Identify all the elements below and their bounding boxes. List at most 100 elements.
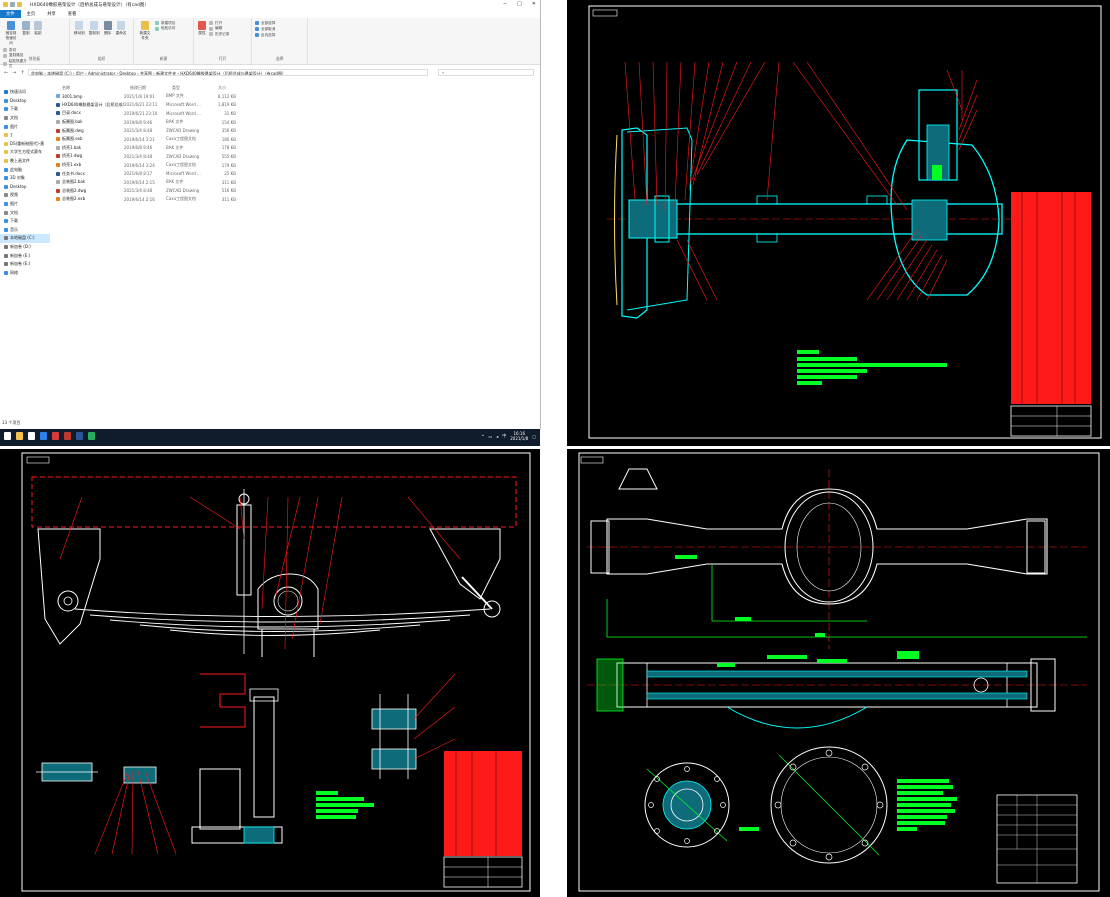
file-row[interactable]: 板簧图.exb 2019/6/14 3:21 Caxa工程图文档 180 KB [52,135,532,144]
nav-item-label: 快速访问 [10,89,26,95]
copy-to-button[interactable]: 复制到 [89,21,100,36]
file-row[interactable]: 任务书.docx 2021/6/8 8:17 Microsoft Word ... 2… [52,169,532,178]
file-row[interactable]: 总装图2.bak 2019/6/14 2:15 BAK 文件 311 KB [52,178,532,187]
nav-item-label: 文档 [10,209,18,215]
select-all-icon [255,21,259,25]
search-input[interactable]: ⌕ [438,69,534,76]
frame-rail [31,476,517,528]
search-icon[interactable] [28,432,35,440]
technical-requirements [897,779,957,831]
copy-button[interactable]: 复制 [22,21,30,46]
notifications-icon[interactable]: ▢ [532,434,536,439]
paste-button[interactable]: 粘贴 [34,21,42,46]
file-size: 1,819 KB [217,102,236,108]
cad-drawing-suspension [0,449,540,897]
caxa-icon[interactable] [52,432,59,440]
forward-button[interactable]: → [12,70,16,76]
volume-icon[interactable]: ◂ [496,434,498,439]
pin-button[interactable]: 固定到快速访问 [4,21,18,46]
back-button[interactable]: ← [4,70,8,76]
zwcad-icon[interactable] [64,432,71,440]
nav-item[interactable]: 大学生方程式赛车 [0,148,50,157]
explorer-icon[interactable] [16,432,23,440]
select-none-button[interactable]: 全部取消 [255,27,304,32]
shock-detail [253,696,275,818]
easy-access-button[interactable]: 轻松访问 [155,26,185,31]
file-row[interactable]: HXD640橡胶悬架设计（后桥总成与悬...2021/6/21 23:11 Mic… [52,101,532,110]
nav-item[interactable]: 图片 [0,200,50,209]
new-group: 新建文件夹 新建项目 轻松访问 新建 [134,18,194,64]
nav-item[interactable]: Desktop [0,97,50,106]
new-folder-icon[interactable] [17,2,22,7]
column-date[interactable]: 修改日期 [130,85,172,91]
cad-drawing-axle-assembly [567,0,1110,446]
file-row[interactable]: 总装图2.exb 2019/6/14 2:16 Caxa工程图文档 311 KB [52,195,532,204]
nav-item-label: 音乐 [10,226,18,232]
tab-view[interactable]: 查看 [62,10,83,18]
nav-item[interactable]: 此电脑 [0,165,50,174]
delete-button[interactable]: 删除 [103,21,112,36]
nav-item[interactable]: 新加卷 (D:) [0,243,50,252]
cut-button[interactable]: 剪切 [3,48,29,53]
nav-item[interactable]: 本地磁盘 (C:) [0,234,50,243]
nav-item[interactable]: 快速访问 [0,88,50,97]
chevron-up-icon[interactable]: ^ [481,434,484,439]
nav-item[interactable]: 音乐 [0,226,50,235]
nav-item[interactable]: 下载 [0,105,50,114]
file-row[interactable]: 板簧图.bak 2019/6/8 9:46 BAK 文件 154 KB [52,118,532,127]
move-to-button[interactable]: 移动到 [74,21,85,36]
rename-button[interactable]: 重命名 [116,21,126,36]
input-method-icon[interactable]: 中 [502,433,506,439]
windows-start-icon[interactable] [4,432,11,440]
nav-item[interactable]: 7 [0,131,50,140]
tab-share[interactable]: 共享 [41,10,62,18]
nav-item[interactable]: 晚上画文件 [0,157,50,166]
new-item-button[interactable]: 新建项目 [155,21,185,26]
nav-item[interactable]: 视频 [0,191,50,200]
minimize-button[interactable]: − [503,1,507,7]
nav-item[interactable]: 文档 [0,114,50,123]
select-all-button[interactable]: 全部选择 [255,21,304,26]
nav-item-label: 晚上画文件 [10,158,30,164]
file-row[interactable]: 桥壳1.exb 2019/6/14 3:24 Caxa工程图文档 179 KB [52,161,532,170]
folder-icon[interactable] [3,2,8,7]
nav-item[interactable]: 下载 [0,217,50,226]
up-button[interactable]: ↑ [20,70,24,76]
file-size: 180 KB [221,136,236,142]
history-button[interactable]: 历史记录 [209,32,239,37]
maximize-button[interactable]: □ [517,1,522,7]
tab-home[interactable]: 主页 [21,10,42,18]
file-row[interactable]: 板簧图.dwg 2021/3/4 8:48 ZWCAD Drawing 356 KB [52,126,532,135]
nav-item[interactable]: 网络 [0,268,50,277]
file-row[interactable]: 桥壳1.bak 2019/6/8 9:46 BAK 文件 178 KB [52,144,532,153]
tab-file[interactable]: 文件 [0,10,21,18]
file-row[interactable]: 3001.bmp 2021/1/8 19:01 BMP 文件 8,112 KB [52,92,532,101]
clock[interactable]: 16:16 2021/1/8 [510,431,528,441]
column-size[interactable]: 大小 [212,85,248,91]
browser-icon[interactable] [40,432,47,440]
nav-item[interactable]: 新加卷 (E:) [0,260,50,269]
nav-item[interactable]: 文档 [0,208,50,217]
column-name[interactable]: 名称 [52,85,130,91]
edit-button[interactable]: 编辑 [209,26,239,31]
properties-button[interactable]: 属性 [198,21,206,36]
nav-item[interactable]: 新加卷 (E:) [0,251,50,260]
properties-icon[interactable] [10,2,15,7]
nav-item[interactable]: 3D 对象 [0,174,50,183]
nav-item[interactable]: Desktop [0,183,50,192]
word-icon[interactable] [76,432,83,440]
new-folder-button[interactable]: 新建文件夹 [138,21,152,41]
file-row[interactable]: 桥壳1.dwg 2021/3/4 8:48 ZWCAD Drawing 555 KB [52,152,532,161]
close-button[interactable]: ✕ [532,1,536,7]
address-input[interactable]: 此电脑 › 本地磁盘 (C:) › 用户 › Administrator › D… [28,69,428,76]
column-type[interactable]: 类型 [172,85,212,91]
nav-item[interactable]: 图片 [0,122,50,131]
file-list-header: 名称 修改日期 类型 大小 [52,84,532,92]
network-icon[interactable]: ▭ [488,434,492,439]
invert-selection-button[interactable]: 反向选择 [255,33,304,38]
nav-item[interactable]: DS(重新制图代)-黄 [0,140,50,149]
file-row[interactable]: 目录.docx 2019/6/21 23:10 Microsoft Word ...… [52,109,532,118]
green-app-icon[interactable] [88,432,95,440]
file-row[interactable]: 总装图2.dwg 2021/3/4 8:48 ZWCAD Drawing 516 KB [52,187,532,196]
open-button[interactable]: 打开 [209,21,239,26]
